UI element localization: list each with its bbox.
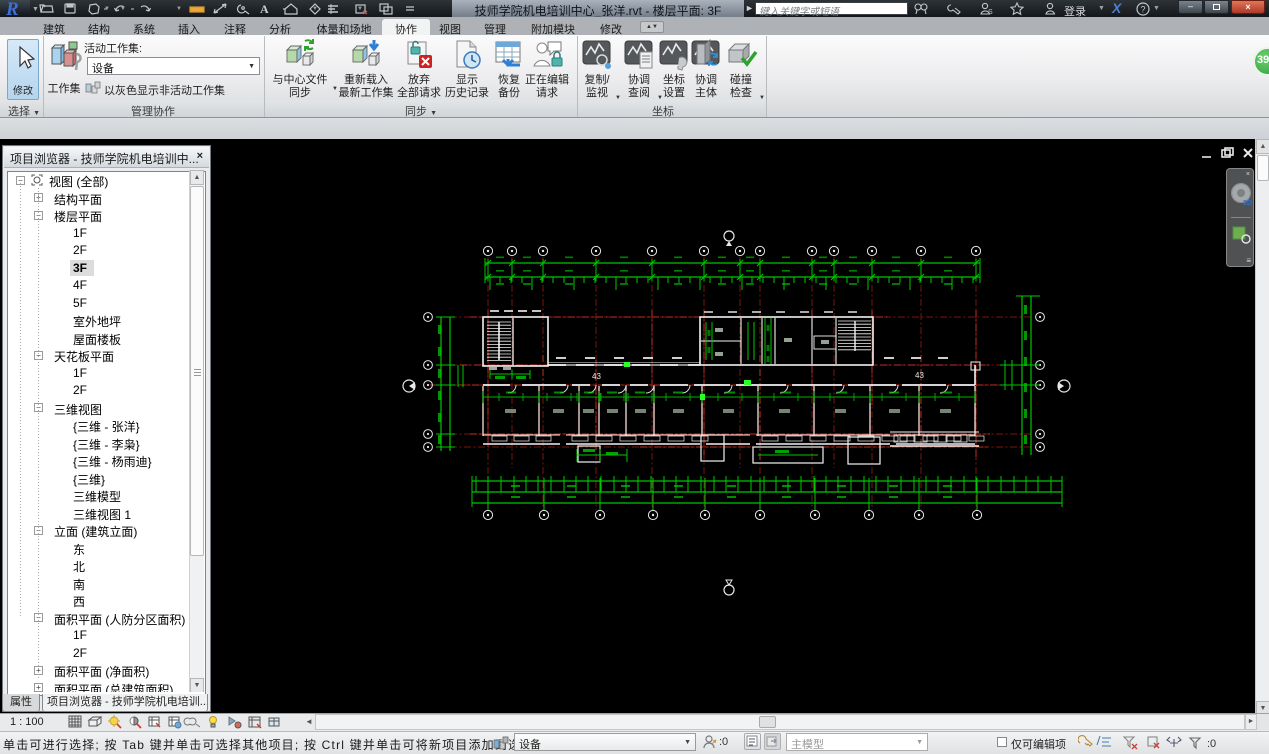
svg-text:2D: 2D <box>1243 200 1252 207</box>
svg-text:?: ? <box>1141 5 1146 15</box>
svg-text:A: A <box>260 2 269 16</box>
svg-text:43: 43 <box>915 371 924 380</box>
svg-text:R: R <box>5 0 19 17</box>
svg-text:43: 43 <box>592 372 601 381</box>
svg-text:S: S <box>988 9 993 16</box>
